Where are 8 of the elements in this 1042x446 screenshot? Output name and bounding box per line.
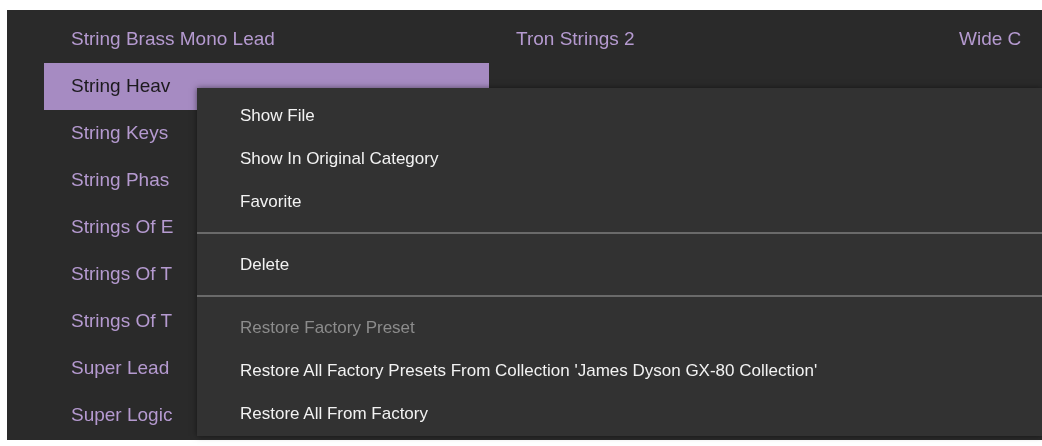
menu-item[interactable]: Show In Original Category	[197, 137, 1042, 180]
menu-item[interactable]: Restore All Factory Presets From Collection 'James Dyson GX-80 Collection'	[197, 349, 1042, 392]
preset-item[interactable]: Wide C	[932, 16, 1042, 63]
menu-item[interactable]: Delete	[197, 243, 1042, 286]
preset-item[interactable]: String Brass Mono Lead	[44, 16, 489, 63]
menu-item[interactable]: Favorite	[197, 180, 1042, 223]
menu-item[interactable]: Restore All From Factory	[197, 392, 1042, 435]
preset-item[interactable]: Tron Strings 2	[489, 16, 932, 63]
